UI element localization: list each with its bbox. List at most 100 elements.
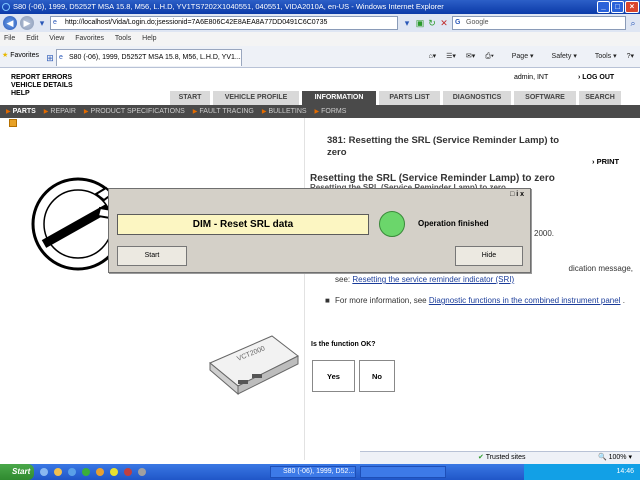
address-input[interactable]: e http://localhost/Vida/Login.do;jsessio…	[50, 16, 398, 30]
page-icon: e	[53, 19, 57, 26]
app-icon[interactable]	[110, 468, 118, 476]
document-title: 381: Resetting the SRL (Service Reminder…	[327, 135, 560, 158]
start-button[interactable]: Start	[0, 464, 34, 480]
folder-icon[interactable]	[54, 468, 62, 476]
yes-button[interactable]: Yes	[312, 360, 355, 392]
favorites-button[interactable]: ★ Favorites	[2, 50, 39, 62]
menu-edit[interactable]: Edit	[26, 35, 38, 42]
arrow-icon: ▶	[43, 109, 49, 115]
menu-tools[interactable]: Tools	[115, 35, 131, 42]
history-dropdown-icon[interactable]: ▾	[36, 17, 48, 29]
operation-field: DIM - Reset SRL data	[117, 214, 369, 235]
tools-menu[interactable]: Tools ▾	[587, 53, 617, 60]
app-icon[interactable]	[124, 468, 132, 476]
taskbar: Start S80 (-06), 1999, D52... 14:46	[0, 464, 640, 480]
menu-favorites[interactable]: Favorites	[75, 35, 104, 42]
safety-menu[interactable]: Safety ▾	[544, 53, 577, 60]
compat-view-icon[interactable]: ▣	[414, 17, 426, 29]
arrow-icon: ▶	[261, 109, 267, 115]
address-toolbar: ◀ ▶ ▾ e http://localhost/Vida/Login.do;j…	[0, 14, 640, 32]
hide-button[interactable]: Hide	[455, 246, 523, 266]
tab-start[interactable]: START	[170, 91, 212, 105]
dialog-controls[interactable]: □ i x	[510, 191, 524, 198]
expand-icon[interactable]	[9, 119, 17, 127]
question-text: Is the function OK?	[311, 341, 376, 348]
tab-page-icon: e	[59, 54, 63, 61]
tab-diagnostics[interactable]: DIAGNOSTICS	[443, 91, 513, 105]
print-link[interactable]: › PRINT	[592, 157, 619, 166]
logout-link[interactable]: › LOG OUT	[578, 74, 614, 81]
subnav-forms[interactable]: FORMS	[321, 108, 346, 115]
tab-search[interactable]: SEARCH	[579, 91, 623, 105]
tab-parts-list[interactable]: PARTS LIST	[379, 91, 442, 105]
app-icon[interactable]	[138, 468, 146, 476]
subnav-product-specs[interactable]: PRODUCT SPECIFICATIONS	[91, 108, 185, 115]
mail-icon[interactable]: ✉▾	[466, 53, 475, 60]
vct2000-device-icon: VCT2000	[209, 335, 299, 396]
clock[interactable]: 14:46	[616, 468, 634, 475]
minimize-button[interactable]: _	[597, 1, 610, 13]
year-text: 2000.	[534, 229, 555, 238]
reset-srl-dialog: □ i x DIM - Reset SRL data Operation fin…	[108, 188, 531, 273]
window-title-bar[interactable]: S80 (-06), 1999, D5252T MSA 15.8, M56, L…	[0, 0, 640, 14]
ie-icon[interactable]	[68, 468, 76, 476]
favorites-bar: ★ Favorites ⊞ e S80 (-06), 1999, D5252T …	[0, 46, 640, 68]
check-icon: ✔	[478, 454, 484, 461]
start-button[interactable]: Start	[117, 246, 187, 266]
menu-file[interactable]: File	[4, 35, 15, 42]
paragraph-more-info: ■ For more information, see Diagnostic f…	[325, 296, 625, 305]
app-icon[interactable]	[82, 468, 90, 476]
no-button[interactable]: No	[359, 360, 395, 392]
tab-vehicle-profile[interactable]: VEHICLE PROFILE	[213, 91, 301, 105]
report-errors-link[interactable]: REPORT ERRORS	[11, 74, 73, 82]
arrow-icon: ▶	[83, 109, 89, 115]
maximize-button[interactable]: □	[611, 1, 624, 13]
close-window-button[interactable]: ×	[625, 1, 639, 13]
sri-link[interactable]: Resetting the service reminder indicator…	[352, 275, 514, 284]
help-icon[interactable]: ?▾	[627, 53, 634, 60]
grid-icon[interactable]: ⊞	[44, 52, 56, 64]
feeds-icon[interactable]: ☰▾	[446, 53, 456, 60]
window-title: S80 (-06), 1999, D5252T MSA 15.8, M56, L…	[13, 2, 444, 11]
subnav-bulletins[interactable]: BULLETINS	[268, 108, 306, 115]
sub-nav: ▶ PARTS ▶ REPAIR ▶ PRODUCT SPECIFICATIONS ▶…	[0, 105, 640, 118]
divider	[304, 118, 305, 460]
subnav-repair[interactable]: REPAIR	[50, 108, 76, 115]
forward-button[interactable]: ▶	[20, 16, 34, 30]
zoom-control[interactable]: 🔍 100% ▾	[598, 452, 632, 464]
desktop-icon[interactable]	[40, 468, 48, 476]
arrow-icon: ▶	[192, 109, 198, 115]
command-bar: ⌂▾ ☰▾ ✉▾ ⎙▾ Page ▾ Safety ▾ Tools ▾ ?▾	[420, 51, 634, 63]
search-icon[interactable]: ⌕	[627, 17, 639, 29]
google-icon: G	[455, 19, 461, 26]
home-icon[interactable]: ⌂▾	[428, 53, 436, 60]
back-button[interactable]: ◀	[3, 16, 17, 30]
subnav-fault-tracing[interactable]: FAULT TRACING	[199, 108, 253, 115]
address-dropdown-icon[interactable]: ▾	[401, 17, 413, 29]
search-input[interactable]: G Google	[452, 16, 626, 30]
diagnostic-functions-link[interactable]: Diagnostic functions in the combined ins…	[429, 296, 621, 305]
browser-tab[interactable]: e S80 (-06), 1999, D5252T MSA 15.8, M56,…	[56, 49, 242, 66]
subnav-parts[interactable]: PARTS	[13, 108, 36, 115]
taskbar-ie-window[interactable]: S80 (-06), 1999, D52...	[270, 466, 356, 478]
menu-view[interactable]: View	[49, 35, 64, 42]
refresh-icon[interactable]: ↻	[426, 17, 438, 29]
arrow-icon: ▶	[314, 109, 320, 115]
top-links: REPORT ERRORS VEHICLE DETAILS HELP	[11, 74, 73, 98]
system-tray: 14:46	[524, 464, 640, 480]
star-icon: ★	[2, 52, 9, 59]
taskbar-window-2[interactable]	[360, 466, 446, 478]
menu-help[interactable]: Help	[142, 35, 156, 42]
user-info: admin, INT	[514, 74, 549, 81]
help-link[interactable]: HELP	[11, 90, 73, 98]
print-icon[interactable]: ⎙▾	[485, 53, 494, 60]
trusted-zone[interactable]: ✔ Trusted sites	[478, 452, 526, 464]
page-menu[interactable]: Page ▾	[504, 53, 534, 60]
status-bar: ✔ Trusted sites 🔍 100% ▾	[360, 451, 640, 464]
vehicle-details-link[interactable]: VEHICLE DETAILS	[11, 82, 73, 90]
app-icon[interactable]	[96, 468, 104, 476]
tab-software[interactable]: SOFTWARE	[514, 91, 578, 105]
tab-information[interactable]: INFORMATION	[302, 91, 378, 105]
arrow-icon: ▶	[6, 109, 11, 115]
stop-icon[interactable]: ✕	[438, 17, 450, 29]
